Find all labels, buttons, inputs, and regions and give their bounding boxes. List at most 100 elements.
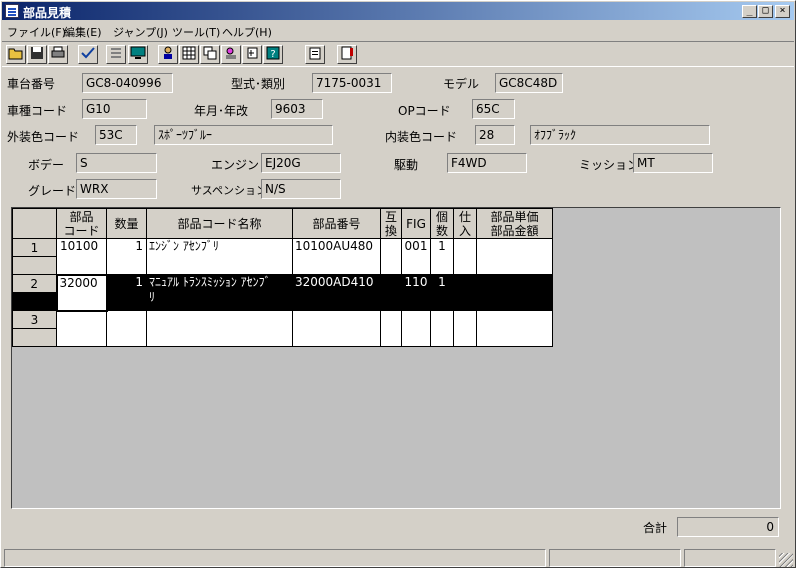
svg-text:?: ? (270, 49, 275, 60)
mission-field[interactable]: MT (633, 153, 713, 173)
menu-file[interactable]: ファイル(F) (7, 24, 66, 40)
maximize-button[interactable]: □ (758, 5, 773, 18)
clipboard-icon[interactable] (305, 45, 325, 64)
table-row-selected[interactable]: 2 32000 1 ﾏﾆｭｱﾙ ﾄﾗﾝｽﾐｯｼｮﾝ ｱｾﾝﾌﾞﾘ 32000AD… (12, 273, 553, 312)
price-cell[interactable] (476, 310, 553, 347)
interchange-cell[interactable] (380, 310, 402, 347)
fig-cell[interactable]: 001 (401, 238, 431, 275)
supply-cell[interactable] (453, 274, 477, 311)
col-part-number[interactable]: 部品番号 (292, 208, 381, 239)
grid-icon[interactable] (179, 45, 199, 64)
print-icon[interactable] (48, 45, 68, 64)
parts-grid[interactable]: 部品 コード 数量 部品コード名称 部品番号 互換 FIG 個数 仕入 部品単価部… (11, 207, 781, 509)
interchange-cell[interactable] (380, 274, 402, 311)
op-code-field[interactable]: 65C (472, 99, 515, 119)
interchange-cell[interactable] (380, 238, 402, 275)
interior-color-code-field[interactable]: 28 (475, 125, 515, 145)
price-cell[interactable] (476, 274, 553, 311)
minimize-button[interactable]: _ (742, 5, 757, 18)
count-cell[interactable] (430, 310, 454, 347)
text-cursor-icon[interactable] (242, 45, 262, 64)
number-list-icon[interactable] (106, 45, 126, 64)
interior-color-name-field[interactable]: ｵﾌﾌﾞﾗｯｸ (530, 125, 710, 145)
status-panel-3 (684, 549, 776, 567)
col-fig[interactable]: FIG (401, 208, 431, 239)
quantity-cell[interactable] (106, 310, 147, 347)
suspension-field[interactable]: N/S (261, 179, 341, 199)
toolbar: ? (2, 41, 794, 67)
folder-open-icon[interactable] (6, 45, 26, 64)
col-interchange[interactable]: 互換 (380, 208, 402, 239)
part-code-cell[interactable]: 10100 (56, 238, 107, 275)
part-number-cell[interactable]: 32000AD410 (292, 274, 381, 311)
spellcheck-icon[interactable] (78, 45, 98, 64)
fig-cell[interactable]: 110 (401, 274, 431, 311)
row-number[interactable]: 1 (12, 238, 57, 257)
part-name-cell[interactable]: ｴﾝｼﾞﾝ ｱｾﾝﾌﾞﾘ (146, 238, 293, 275)
col-quantity[interactable]: 数量 (106, 208, 147, 239)
count-cell[interactable]: 1 (430, 238, 454, 275)
table-row[interactable]: 3 (12, 310, 553, 347)
close-button[interactable]: × (775, 5, 790, 18)
table-row[interactable]: 1 10100 1 ｴﾝｼﾞﾝ ｱｾﾝﾌﾞﾘ 10100AU480 001 1 (12, 238, 553, 275)
col-part-name[interactable]: 部品コード名称 (146, 208, 293, 239)
op-code-label: OPコード (398, 104, 451, 118)
part-name-cell[interactable]: ﾏﾆｭｱﾙ ﾄﾗﾝｽﾐｯｼｮﾝ ｱｾﾝﾌﾞﾘ (146, 274, 293, 311)
report-icon[interactable] (337, 45, 357, 64)
col-supply[interactable]: 仕入 (453, 208, 477, 239)
resize-grip[interactable] (779, 553, 793, 567)
chassis-number-field[interactable]: GC8-040996 (82, 73, 173, 93)
row-subheader[interactable] (12, 292, 57, 311)
supply-cell[interactable] (453, 310, 477, 347)
suspension-label: サスペンション (191, 184, 268, 197)
supply-cell[interactable] (453, 238, 477, 275)
count-cell[interactable]: 1 (430, 274, 454, 311)
body-field[interactable]: S (76, 153, 157, 173)
user-icon[interactable] (158, 45, 178, 64)
year-month-field[interactable]: 9603 (271, 99, 323, 119)
title-bar[interactable]: 部品見積 _ □ × (2, 2, 794, 20)
monitor-icon[interactable] (128, 45, 148, 64)
col-price[interactable]: 部品単価 部品金額 (476, 208, 553, 239)
window-title: 部品見積 (23, 6, 72, 20)
drive-field[interactable]: F4WD (447, 153, 527, 173)
menu-edit[interactable]: 編集(E) (64, 24, 102, 40)
fig-cell[interactable] (401, 310, 431, 347)
help-icon[interactable]: ? (263, 45, 283, 64)
header-row: 部品 コード 数量 部品コード名称 部品番号 互換 FIG 個数 仕入 部品単価部… (12, 208, 553, 239)
exterior-color-code-field[interactable]: 53C (95, 125, 137, 145)
part-code-cell-active[interactable]: 32000 (55, 273, 108, 312)
engine-label: エンジン (211, 158, 260, 172)
save-icon[interactable] (27, 45, 47, 64)
interior-color-label: 内装色コード (385, 130, 458, 144)
total-field: 0 (677, 517, 779, 537)
menu-jump[interactable]: ジャンプ(J) (113, 24, 168, 40)
part-name-cell[interactable] (146, 310, 293, 347)
col-count[interactable]: 個数 (430, 208, 454, 239)
part-code-cell[interactable] (56, 310, 107, 347)
grade-field[interactable]: WRX (76, 179, 157, 199)
part-number-cell[interactable]: 10100AU480 (292, 238, 381, 275)
menu-help[interactable]: ヘルプ(H) (222, 24, 272, 40)
model-field[interactable]: GC8C48D (495, 73, 563, 93)
quantity-cell[interactable]: 1 (106, 274, 147, 311)
col-part-code[interactable]: 部品 コード (56, 208, 107, 239)
row-subheader[interactable] (12, 256, 57, 275)
model-class-field[interactable]: 7175-0031 (312, 73, 392, 93)
engine-field[interactable]: EJ20G (261, 153, 341, 173)
app-icon (5, 4, 19, 18)
grade-label: グレード (28, 184, 77, 198)
part-number-cell[interactable] (292, 310, 381, 347)
price-cell[interactable] (476, 238, 553, 275)
menu-tools[interactable]: ツール(T) (172, 24, 220, 40)
row-subheader[interactable] (12, 328, 57, 347)
exterior-color-name-field[interactable]: ｽﾎﾟｰﾂﾌﾞﾙｰ (154, 125, 333, 145)
person-search-icon[interactable] (221, 45, 241, 64)
corner-header[interactable] (12, 208, 57, 239)
vehicle-type-code-field[interactable]: G10 (82, 99, 147, 119)
parts-table: 部品 コード 数量 部品コード名称 部品番号 互換 FIG 個数 仕入 部品単価部… (12, 208, 553, 347)
quantity-cell[interactable]: 1 (106, 238, 147, 275)
row-number[interactable]: 2 (12, 274, 57, 293)
copy-window-icon[interactable] (200, 45, 220, 64)
row-number[interactable]: 3 (12, 310, 57, 329)
